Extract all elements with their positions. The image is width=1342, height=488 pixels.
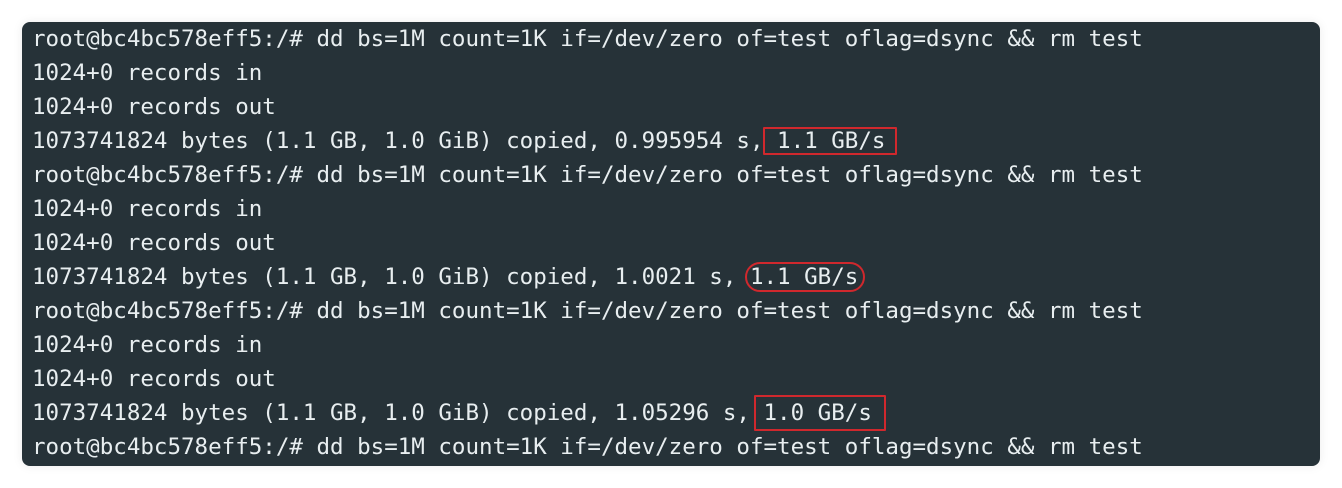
command-line: root@bc4bc578eff5:/# dd bs=1M count=1K i… [32, 434, 1143, 460]
result-line: 1073741824 bytes (1.1 GB, 1.0 GiB) copie… [32, 260, 1143, 294]
transfer-rate-value: 1.1 GB/s [749, 264, 859, 290]
result-prefix: 1073741824 bytes (1.1 GB, 1.0 GiB) copie… [32, 128, 778, 154]
output-line: 1024+0 records in [32, 332, 263, 358]
result-prefix: 1073741824 bytes (1.1 GB, 1.0 GiB) copie… [32, 264, 750, 290]
result-line: 1073741824 bytes (1.1 GB, 1.0 GiB) copie… [32, 395, 1143, 431]
output-line: 1024+0 records in [32, 60, 263, 86]
output-line: 1024+0 records in [32, 196, 263, 222]
command-line: root@bc4bc578eff5:/# dd bs=1M count=1K i… [32, 26, 1143, 52]
transfer-rate: 1.0 GB/s [753, 395, 886, 431]
command-line: root@bc4bc578eff5:/# dd bs=1M count=1K i… [32, 298, 1143, 324]
output-line: 1024+0 records out [32, 230, 276, 256]
terminal-window[interactable]: root@bc4bc578eff5:/# dd bs=1M count=1K i… [22, 22, 1320, 466]
transfer-rate-value: 1.0 GB/s [763, 400, 872, 426]
transfer-rate: 1.1 GB/s [763, 127, 898, 155]
terminal-output: root@bc4bc578eff5:/# dd bs=1M count=1K i… [32, 22, 1143, 464]
transfer-rate: 1.1 GB/s [744, 262, 866, 292]
result-prefix: 1073741824 bytes (1.1 GB, 1.0 GiB) copie… [32, 400, 764, 426]
result-line: 1073741824 bytes (1.1 GB, 1.0 GiB) copie… [32, 124, 1143, 158]
command-line: root@bc4bc578eff5:/# dd bs=1M count=1K i… [32, 162, 1143, 188]
output-line: 1024+0 records out [32, 366, 276, 392]
output-line: 1024+0 records out [32, 94, 276, 120]
transfer-rate-value: 1.1 GB/s [777, 128, 886, 154]
